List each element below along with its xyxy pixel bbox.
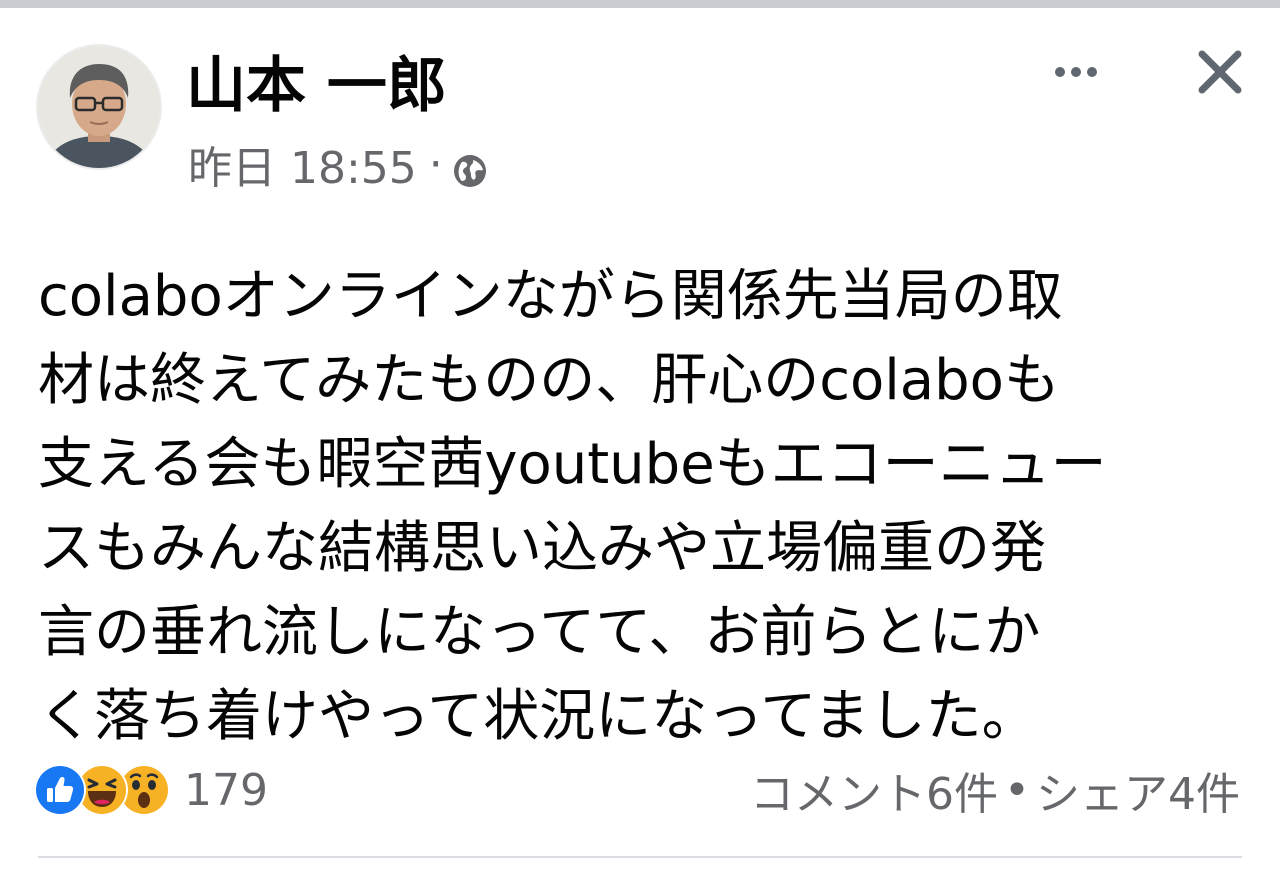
shares-count-link[interactable]: シェア4件 xyxy=(1036,758,1240,822)
post-text-line: 材は終えてみたものの、肝心のcolaboも xyxy=(38,348,1060,413)
profile-photo xyxy=(38,46,160,168)
globe-icon xyxy=(453,148,487,187)
comments-count-link[interactable]: コメント6件 xyxy=(750,758,998,822)
reaction-count: 179 xyxy=(184,764,268,816)
stats-separator: • xyxy=(1004,764,1030,816)
post-text-line: スもみんな結構思い込みや立場偏重の発 xyxy=(38,516,1046,581)
engagement-stats: コメント6件 • シェア4件 xyxy=(750,762,1240,821)
avatar[interactable] xyxy=(38,46,160,168)
author-name[interactable]: 山本 一郎 xyxy=(186,50,447,122)
like-icon xyxy=(36,766,84,814)
wow-icon xyxy=(120,766,168,814)
post-text-line: く落ち着けやって状況になってました。 xyxy=(38,684,1038,749)
post-meta: 昨日 18:55 · xyxy=(188,138,487,194)
reactions-summary[interactable]: 179 xyxy=(36,762,268,818)
more-options-button[interactable] xyxy=(1040,50,1112,94)
meta-separator: · xyxy=(428,138,443,190)
haha-icon xyxy=(78,766,126,814)
close-button[interactable] xyxy=(1190,42,1250,102)
more-options-icon xyxy=(1055,67,1097,77)
close-icon xyxy=(1198,50,1242,94)
post-text-line: 言の垂れ流しになってて、お前らとにか xyxy=(38,600,1041,665)
post-text-line: 支える会も暇空茜youtubeもエコーニュー xyxy=(38,432,1107,497)
top-edge-strip xyxy=(0,0,1280,8)
footer-divider xyxy=(38,856,1242,858)
post-timestamp[interactable]: 昨日 18:55 xyxy=(188,132,417,196)
post-body: colaboオンラインながら関係先当局の取 材は終えてみたものの、肝心のcola… xyxy=(38,255,1238,759)
post-text-line: colaboオンラインながら関係先当局の取 xyxy=(38,264,1063,329)
